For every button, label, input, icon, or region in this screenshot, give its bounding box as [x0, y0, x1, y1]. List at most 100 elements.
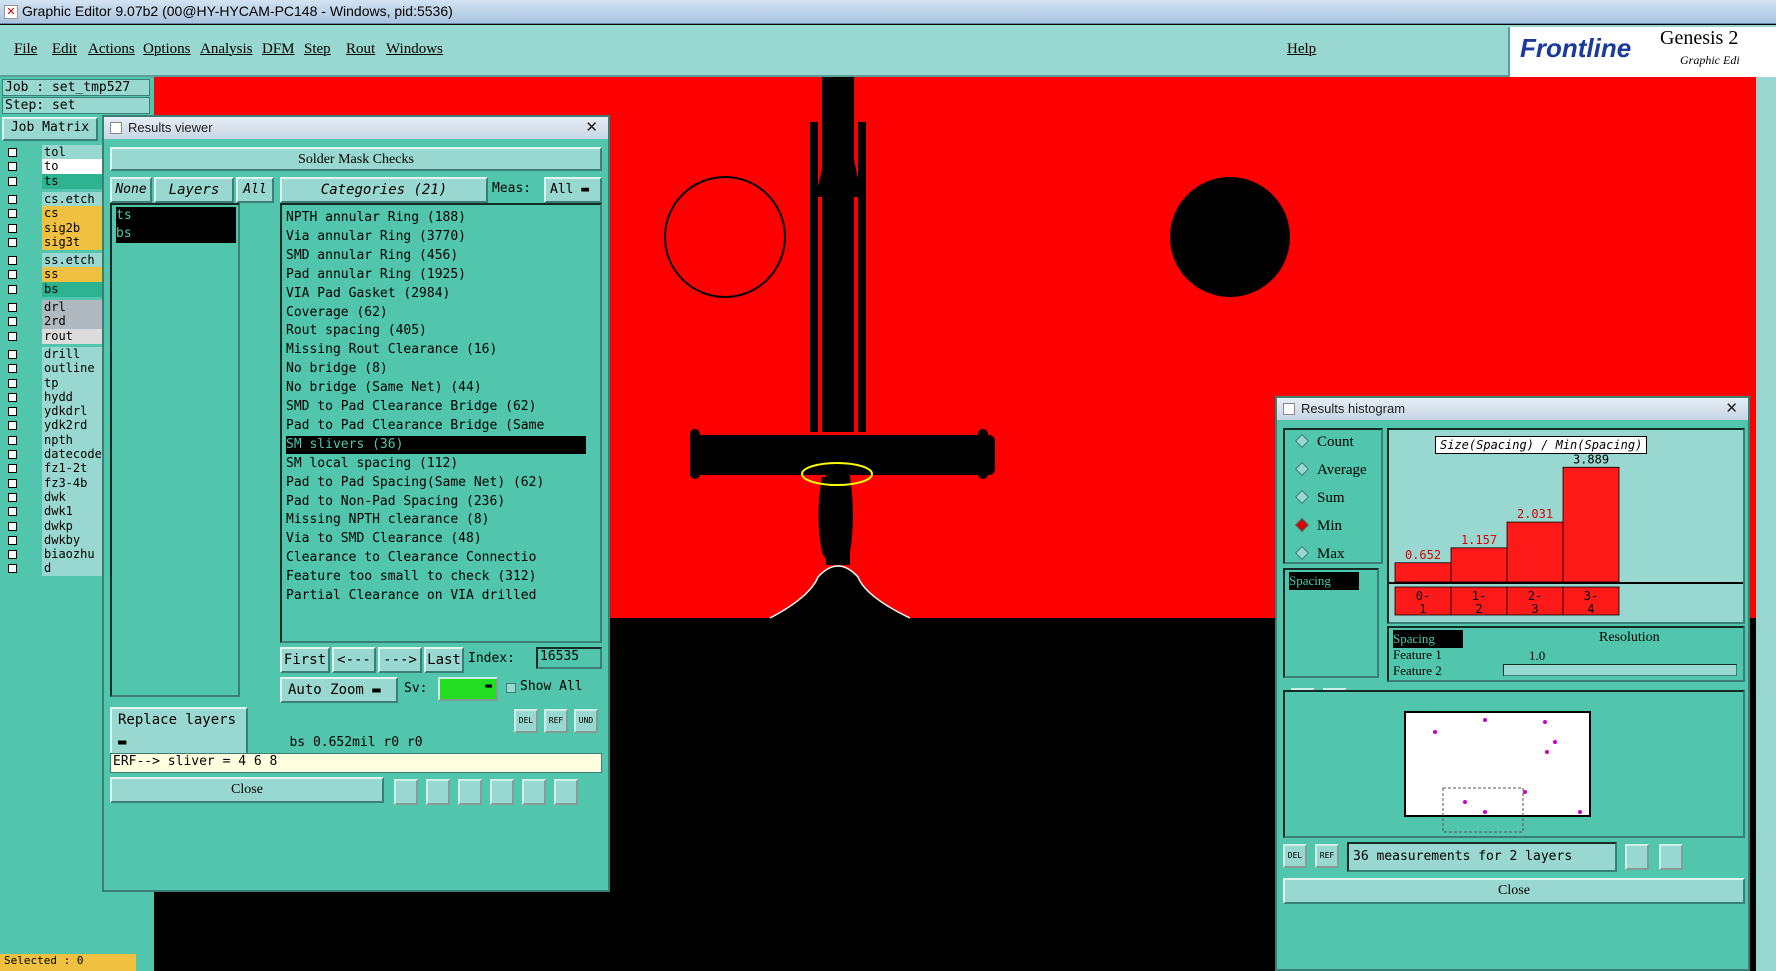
- layer-checkbox[interactable]: [8, 364, 17, 374]
- menu-rout[interactable]: Rout: [346, 41, 375, 58]
- list-item[interactable]: Feature 2: [1393, 662, 1442, 680]
- report-icon[interactable]: [522, 779, 546, 805]
- list-item[interactable]: Pad to Pad Spacing(Same Net) (62): [286, 474, 544, 492]
- refresh-icon[interactable]: REF: [1315, 844, 1339, 868]
- histogram-bar[interactable]: [1562, 466, 1620, 583]
- list-item[interactable]: ts: [116, 207, 236, 225]
- layer-icon[interactable]: [394, 779, 418, 805]
- list-item[interactable]: Partial Clearance on VIA drilled: [286, 587, 536, 605]
- layer-checkbox[interactable]: [8, 176, 17, 186]
- layer-row[interactable]: drl: [4, 300, 104, 315]
- layer-checkbox[interactable]: [8, 521, 17, 531]
- list-item[interactable]: Pad annular Ring (1925): [286, 266, 466, 284]
- list-item[interactable]: SMD to Pad Clearance Bridge (62): [286, 398, 536, 416]
- layer-row[interactable]: rout: [4, 328, 104, 344]
- list-item[interactable]: VIA Pad Gasket (2984): [286, 285, 450, 303]
- index-field[interactable]: 16535: [536, 647, 602, 669]
- list-item[interactable]: bs: [116, 225, 236, 243]
- layer-checkbox[interactable]: [8, 317, 17, 327]
- layer-row[interactable]: biaozhu: [4, 547, 104, 563]
- histogram-bar[interactable]: [1394, 562, 1452, 583]
- layer-row[interactable]: dwk1: [4, 504, 104, 520]
- delete-icon[interactable]: DEL: [514, 709, 538, 733]
- next-button[interactable]: --->: [378, 647, 422, 673]
- sv-color-dropdown[interactable]: ▬: [438, 677, 498, 701]
- close-icon[interactable]: ✕: [585, 117, 598, 139]
- measure-type-list[interactable]: Spacing: [1283, 568, 1379, 678]
- layer-row[interactable]: tp: [4, 375, 104, 391]
- list-item[interactable]: Missing NPTH clearance (8): [286, 511, 490, 529]
- layer-row[interactable]: tol: [4, 145, 104, 160]
- menu-file[interactable]: File: [14, 41, 37, 58]
- last-button[interactable]: Last: [424, 647, 464, 673]
- list-item[interactable]: SMD annular Ring (456): [286, 247, 458, 265]
- layer-checkbox[interactable]: [8, 550, 17, 560]
- layer-checkbox[interactable]: [8, 564, 17, 574]
- list-item[interactable]: Pad to Pad Clearance Bridge (Same: [286, 417, 544, 435]
- del-icon[interactable]: [458, 779, 482, 805]
- layer-checkbox[interactable]: [8, 256, 17, 266]
- layer-checkbox[interactable]: [8, 331, 17, 341]
- layer-checkbox[interactable]: [8, 223, 17, 233]
- layer-row[interactable]: outline: [4, 361, 104, 377]
- layer-row[interactable]: dwkp: [4, 518, 104, 534]
- job-matrix-button[interactable]: Job Matrix: [2, 117, 98, 141]
- resolution-slider[interactable]: [1503, 664, 1737, 676]
- layer-checkbox[interactable]: [8, 407, 17, 417]
- layer-row[interactable]: dwkby: [4, 532, 104, 548]
- layer-row[interactable]: ydk2rd: [4, 418, 104, 434]
- layer-row[interactable]: fz1-2t: [4, 461, 104, 477]
- list-item[interactable]: Coverage (62): [286, 304, 388, 322]
- layer-checkbox[interactable]: [8, 162, 17, 172]
- layer-row[interactable]: drill: [4, 346, 104, 362]
- menu-actions[interactable]: Actions: [88, 41, 135, 58]
- list-item[interactable]: Pad to Non-Pad Spacing (236): [286, 493, 505, 511]
- layer-row[interactable]: to: [4, 159, 104, 175]
- layer-row[interactable]: cs.etch: [4, 191, 104, 207]
- layer-row[interactable]: cs: [4, 206, 104, 222]
- list-item[interactable]: SM slivers (36): [286, 435, 586, 454]
- layer-checkbox[interactable]: [8, 378, 17, 388]
- layer-checkbox[interactable]: [8, 148, 17, 157]
- layer-row[interactable]: d: [4, 561, 104, 577]
- mode-radio[interactable]: Min: [1294, 517, 1342, 535]
- layer-checkbox[interactable]: [8, 464, 17, 474]
- layer-row[interactable]: ydkdrl: [4, 404, 104, 420]
- layer-checkbox[interactable]: [8, 435, 17, 445]
- layer-checkbox[interactable]: [8, 535, 17, 545]
- mode-radio[interactable]: Count: [1294, 433, 1354, 451]
- menu-analysis[interactable]: Analysis: [200, 41, 253, 58]
- results-close-button[interactable]: Close: [110, 777, 384, 803]
- categories-button[interactable]: Categories (21): [280, 177, 488, 203]
- layer-row[interactable]: npth: [4, 432, 104, 448]
- all-button[interactable]: All: [236, 177, 274, 203]
- list-item[interactable]: Via annular Ring (3770): [286, 228, 466, 246]
- layer-checkbox[interactable]: [8, 392, 17, 402]
- mode-radio[interactable]: Average: [1294, 461, 1367, 479]
- layer-row[interactable]: 2rd: [4, 314, 104, 330]
- layer-row[interactable]: hydd: [4, 389, 104, 405]
- step-icon[interactable]: [490, 779, 514, 805]
- layer-row[interactable]: ss.etch: [4, 253, 104, 269]
- layer-row[interactable]: fz3-4b: [4, 475, 104, 491]
- histogram-bar[interactable]: [1450, 547, 1508, 583]
- auto-zoom-dropdown[interactable]: Auto Zoom ▬: [280, 677, 398, 703]
- layer-checkbox[interactable]: [8, 194, 17, 204]
- refresh-icon[interactable]: REF: [544, 709, 568, 733]
- layer-checkbox[interactable]: [8, 284, 17, 294]
- layer-result-list[interactable]: ts bs: [110, 203, 240, 697]
- layer-checkbox[interactable]: [8, 478, 17, 488]
- category-list[interactable]: NPTH annular Ring (188) Via annular Ring …: [280, 203, 602, 643]
- show-all-checkbox[interactable]: [506, 683, 516, 693]
- menu-dfm[interactable]: DFM: [262, 41, 295, 58]
- layer-row[interactable]: ts: [4, 173, 104, 189]
- menu-step[interactable]: Step: [304, 41, 331, 58]
- layers-button[interactable]: Layers: [154, 177, 234, 203]
- prev-button[interactable]: <---: [332, 647, 376, 673]
- list-item[interactable]: Rout spacing (405): [286, 322, 427, 340]
- layer-checkbox[interactable]: [8, 349, 17, 359]
- layer-row[interactable]: datecode-: [4, 447, 104, 462]
- menu-windows[interactable]: Windows: [386, 41, 443, 58]
- first-button[interactable]: First: [280, 647, 330, 673]
- list-item[interactable]: Feature too small to check (312): [286, 568, 536, 586]
